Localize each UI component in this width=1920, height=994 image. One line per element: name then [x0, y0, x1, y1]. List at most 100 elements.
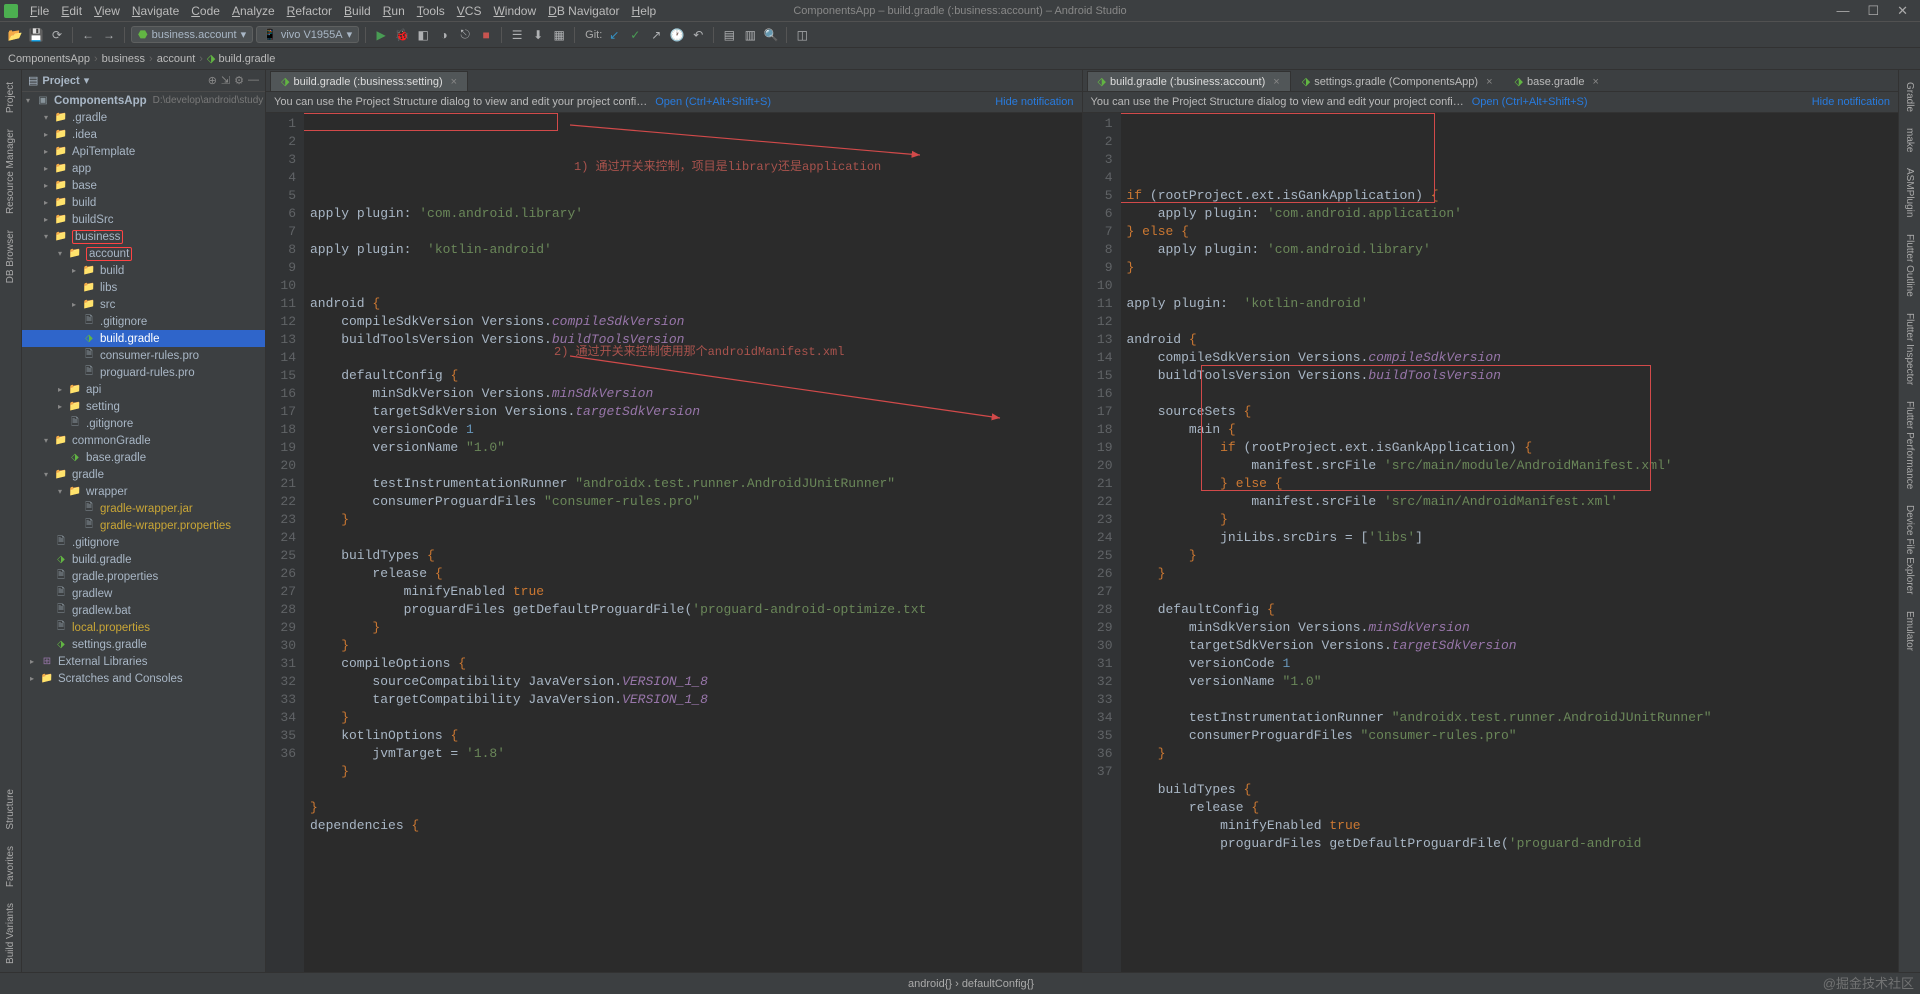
tree-item-gradlew[interactable]: 🗎gradlew [22, 585, 265, 602]
menu-navigate[interactable]: Navigate [126, 2, 185, 20]
search-icon[interactable]: 🔍 [762, 26, 780, 44]
project-tree[interactable]: ▾▣ComponentsAppD:\develop\android\study ▾… [22, 92, 265, 972]
git-commit-icon[interactable]: ✓ [626, 26, 644, 44]
breadcrumb-item[interactable]: ⬗ build.gradle [207, 52, 275, 65]
editor-tab[interactable]: ⬗settings.gradle (ComponentsApp)× [1291, 71, 1504, 91]
git-update-icon[interactable]: ↙ [605, 26, 623, 44]
module-combo[interactable]: ⬣business.account▾ [131, 26, 253, 43]
menu-help[interactable]: Help [626, 2, 663, 20]
left-tab-resource-manager[interactable]: Resource Manager [3, 121, 18, 222]
tree-item-libs[interactable]: 📁libs [22, 279, 265, 296]
debug-icon[interactable]: 🐞 [393, 26, 411, 44]
right-tab-emulator[interactable]: Emulator [1902, 603, 1917, 659]
breadcrumb-item[interactable]: account [157, 53, 196, 65]
git-history-icon[interactable]: 🕐 [668, 26, 686, 44]
menu-refactor[interactable]: Refactor [281, 2, 338, 20]
tree-item-base-gradle[interactable]: ⬗base.gradle [22, 449, 265, 466]
left-tab-db-browser[interactable]: DB Browser [3, 222, 18, 291]
tree-item--idea[interactable]: ▸📁.idea [22, 126, 265, 143]
left-tab-favorites[interactable]: Favorites [3, 838, 18, 895]
tree-item-commongradle[interactable]: ▾📁commonGradle [22, 432, 265, 449]
git-push-icon[interactable]: ↗ [647, 26, 665, 44]
menu-db-navigator[interactable]: DB Navigator [542, 2, 625, 20]
left-tab-build-variants[interactable]: Build Variants [3, 895, 18, 972]
menu-code[interactable]: Code [185, 2, 226, 20]
code-area-left[interactable]: 1234567891011121314151617181920212223242… [266, 113, 1082, 972]
right-tab-flutter-inspector[interactable]: Flutter Inspector [1902, 305, 1917, 393]
left-tab-project[interactable]: Project [3, 74, 18, 121]
code-left[interactable]: 1) 通过开关来控制，项目是library还是application 2) 通过… [304, 113, 1082, 972]
right-tab-make[interactable]: make [1902, 120, 1917, 160]
tree-item--gitignore[interactable]: 🗎.gitignore [22, 415, 265, 432]
maximize-icon[interactable]: ☐ [1867, 3, 1879, 19]
menu-vcs[interactable]: VCS [451, 2, 488, 20]
tree-item-wrapper[interactable]: ▾📁wrapper [22, 483, 265, 500]
tree-item-setting[interactable]: ▸📁setting [22, 398, 265, 415]
notice-open-link[interactable]: Open (Ctrl+Alt+Shift+S) [655, 96, 771, 108]
sdk-icon[interactable]: ⬇ [529, 26, 547, 44]
tree-item-gradle[interactable]: ▾📁gradle [22, 466, 265, 483]
tree-item-api[interactable]: ▸📁api [22, 381, 265, 398]
code-area-right[interactable]: 1234567891011121314151617181920212223242… [1083, 113, 1899, 972]
tree-item-build-gradle[interactable]: ⬗build.gradle [22, 330, 265, 347]
tree-item-settings-gradle[interactable]: ⬗settings.gradle [22, 636, 265, 653]
forward-icon[interactable]: → [100, 26, 118, 44]
tab-close-icon[interactable]: × [1592, 76, 1598, 88]
tree-item-app[interactable]: ▸📁app [22, 160, 265, 177]
tree-item-consumer-rules-pro[interactable]: 🗎consumer-rules.pro [22, 347, 265, 364]
layout-icon[interactable]: ▦ [550, 26, 568, 44]
close-icon[interactable]: ✕ [1897, 3, 1908, 19]
right-tab-flutter-performance[interactable]: Flutter Performance [1902, 393, 1917, 497]
right-tab-flutter-outline[interactable]: Flutter Outline [1902, 226, 1917, 305]
editor-tab[interactable]: ⬗base.gradle× [1504, 71, 1610, 91]
right-tab-asmplugin[interactable]: ASMPlugin [1902, 160, 1917, 225]
tree-root[interactable]: ▾▣ComponentsAppD:\develop\android\study [22, 92, 265, 109]
left-tab-structure[interactable]: Structure [3, 781, 18, 838]
tree-item--gitignore[interactable]: 🗎.gitignore [22, 534, 265, 551]
tool3-icon[interactable]: ◫ [793, 26, 811, 44]
tab-close-icon[interactable]: × [1486, 76, 1492, 88]
tree-item-build[interactable]: ▸📁build [22, 262, 265, 279]
tab-close-icon[interactable]: × [451, 76, 457, 88]
notice-hide-link[interactable]: Hide notification [1812, 96, 1890, 108]
menu-window[interactable]: Window [487, 2, 542, 20]
menu-analyze[interactable]: Analyze [226, 2, 281, 20]
breadcrumb-item[interactable]: business [102, 53, 145, 65]
tree-item-scratches-and-consoles[interactable]: ▸📁Scratches and Consoles [22, 670, 265, 687]
menu-build[interactable]: Build [338, 2, 377, 20]
tree-item-gradlew-bat[interactable]: 🗎gradlew.bat [22, 602, 265, 619]
tool2-icon[interactable]: ▥ [741, 26, 759, 44]
tree-item--gitignore[interactable]: 🗎.gitignore [22, 313, 265, 330]
menu-run[interactable]: Run [377, 2, 411, 20]
breadcrumb-item[interactable]: ComponentsApp [8, 53, 90, 65]
tree-item-build-gradle[interactable]: ⬗build.gradle [22, 551, 265, 568]
device-combo[interactable]: 📱vivo V1955A▾ [256, 26, 359, 43]
tree-item-gradle-wrapper-jar[interactable]: 🗎gradle-wrapper.jar [22, 500, 265, 517]
coverage-icon[interactable]: ◑ [435, 26, 453, 44]
menu-edit[interactable]: Edit [55, 2, 88, 20]
avd-icon[interactable]: ☰ [508, 26, 526, 44]
editor-tab[interactable]: ⬗build.gradle (:business:setting)× [270, 71, 468, 91]
hide-icon[interactable]: — [248, 74, 259, 87]
menu-file[interactable]: File [24, 2, 55, 20]
tree-item-build[interactable]: ▸📁build [22, 194, 265, 211]
code-right[interactable]: if (rootProject.ext.isGankApplication) {… [1121, 113, 1899, 972]
minimize-icon[interactable]: — [1836, 3, 1849, 19]
collapse-icon[interactable]: ⇲ [221, 74, 230, 87]
git-revert-icon[interactable]: ↶ [689, 26, 707, 44]
menu-view[interactable]: View [88, 2, 126, 20]
tree-item-business[interactable]: ▾📁business [22, 228, 265, 245]
tree-item-proguard-rules-pro[interactable]: 🗎proguard-rules.pro [22, 364, 265, 381]
editor-tab[interactable]: ⬗build.gradle (:business:account)× [1087, 71, 1291, 91]
tree-item-local-properties[interactable]: 🗎local.properties [22, 619, 265, 636]
run-icon[interactable]: ▶ [372, 26, 390, 44]
tree-item-src[interactable]: ▸📁src [22, 296, 265, 313]
tree-item-base[interactable]: ▸📁base [22, 177, 265, 194]
save-icon[interactable]: 💾 [27, 26, 45, 44]
tab-close-icon[interactable]: × [1273, 76, 1279, 88]
gear-icon[interactable]: ⚙ [234, 74, 244, 87]
open-icon[interactable]: 📂 [6, 26, 24, 44]
db-icon[interactable]: ▤ [720, 26, 738, 44]
tree-item-gradle-properties[interactable]: 🗎gradle.properties [22, 568, 265, 585]
right-tab-gradle[interactable]: Gradle [1902, 74, 1917, 120]
